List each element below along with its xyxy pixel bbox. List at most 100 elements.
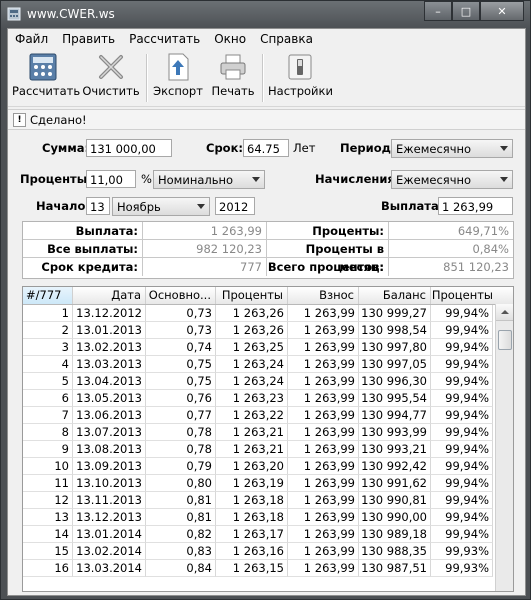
col-header-principal[interactable]: Основно... <box>146 287 216 304</box>
table-row[interactable]: 3 13.02.2013 0,74 1 263,25 1 263,99 130 997,8… <box>23 339 493 356</box>
cell-interest: 1 263,17 <box>216 526 288 543</box>
term-input[interactable]: 64.75 <box>243 139 289 157</box>
cell-percent: 99,94% <box>431 441 493 458</box>
table-row[interactable]: 2 13.01.2013 0,73 1 263,26 1 263,99 130 998,5… <box>23 322 493 339</box>
menu-bar: Файл Править Рассчитать Окно Справка <box>8 29 525 49</box>
table-row[interactable]: 10 13.09.2013 0,79 1 263,20 1 263,99 130 992,… <box>23 458 493 475</box>
table-row[interactable]: 9 13.08.2013 0,78 1 263,21 1 263,99 130 993,2… <box>23 441 493 458</box>
title-bar[interactable]: www.CWER.ws – □ ✕ <box>1 1 530 27</box>
cell-principal: 0,81 <box>146 509 216 526</box>
sum-input[interactable]: 131 000,00 <box>86 139 172 157</box>
col-header-date[interactable]: Дата <box>73 287 146 304</box>
cell-payment: 1 263,99 <box>288 475 359 492</box>
cell-percent: 99,94% <box>431 356 493 373</box>
cell-payment: 1 263,99 <box>288 305 359 322</box>
menu-edit[interactable]: Править <box>55 29 122 49</box>
printer-icon <box>220 54 246 80</box>
col-header-number[interactable]: #/777 <box>23 287 73 315</box>
maximize-icon: □ <box>460 4 472 18</box>
period-label: Период: <box>340 141 396 155</box>
accrual-select[interactable]: Ежемесячно <box>391 170 513 189</box>
cell-balance: 130 993,99 <box>359 424 431 441</box>
payment-label: Выплата: <box>381 199 444 213</box>
term-unit: Лет <box>293 141 316 155</box>
table-row[interactable]: 11 13.10.2013 0,80 1 263,19 1 263,99 130 991,… <box>23 475 493 492</box>
cell-date: 13.02.2014 <box>73 543 146 560</box>
period-select[interactable]: Ежемесячно <box>391 139 513 158</box>
cell-principal: 0,74 <box>146 339 216 356</box>
maximize-button[interactable]: □ <box>452 1 480 21</box>
cell-balance: 130 994,77 <box>359 407 431 424</box>
col-header-percent[interactable]: Проценты <box>431 287 513 304</box>
table-row[interactable]: 6 13.05.2013 0,76 1 263,23 1 263,99 130 995,5… <box>23 390 493 407</box>
table-row[interactable]: 13 13.12.2013 0,81 1 263,18 1 263,99 130 990,… <box>23 509 493 526</box>
cell-number: 8 <box>23 424 73 441</box>
cell-balance: 130 997,80 <box>359 339 431 356</box>
cell-interest: 1 263,24 <box>216 356 288 373</box>
menu-file[interactable]: Файл <box>8 29 55 49</box>
table-row[interactable]: 7 13.06.2013 0,77 1 263,22 1 263,99 130 994,7… <box>23 407 493 424</box>
summary-total-label: Всего процентов: <box>267 258 389 276</box>
info-icon: ! <box>13 113 26 127</box>
cell-interest: 1 263,19 <box>216 475 288 492</box>
cell-interest: 1 263,23 <box>216 390 288 407</box>
table-row[interactable]: 14 13.01.2014 0,82 1 263,17 1 263,99 130 989,… <box>23 526 493 543</box>
cell-date: 13.08.2013 <box>73 441 146 458</box>
cell-date: 13.02.2013 <box>73 339 146 356</box>
summary-monthly-value: 0,84% <box>389 240 513 258</box>
start-year-input[interactable]: 2012 <box>215 197 255 215</box>
cell-interest: 1 263,21 <box>216 441 288 458</box>
cell-percent: 99,94% <box>431 509 493 526</box>
col-header-interest[interactable]: Проценты <box>216 287 288 304</box>
summary-duration-label: Срок кредита: <box>23 258 143 276</box>
col-header-payment[interactable]: Взнос <box>288 287 359 304</box>
payment-input[interactable]: 1 263,99 <box>438 197 513 215</box>
menu-window[interactable]: Окно <box>207 29 253 49</box>
cell-date: 13.01.2013 <box>73 322 146 339</box>
vertical-scrollbar[interactable] <box>495 304 513 591</box>
clear-x-icon <box>99 55 123 79</box>
cell-interest: 1 263,20 <box>216 458 288 475</box>
close-button[interactable]: ✕ <box>480 1 524 21</box>
menu-calculate[interactable]: Рассчитать <box>122 29 207 49</box>
cell-percent: 99,94% <box>431 424 493 441</box>
cell-date: 13.03.2014 <box>73 560 146 577</box>
cell-interest: 1 263,21 <box>216 424 288 441</box>
scroll-up-arrow-icon[interactable] <box>496 304 513 321</box>
cell-payment: 1 263,99 <box>288 509 359 526</box>
cell-number: 13 <box>23 509 73 526</box>
table-row[interactable]: 16 13.03.2014 0,84 1 263,15 1 263,99 130 987,… <box>23 560 493 577</box>
clear-button[interactable]: Очистить <box>82 50 140 106</box>
rate-input[interactable]: 11,00 <box>86 170 136 188</box>
window-title: www.CWER.ws <box>27 7 115 21</box>
table-row[interactable]: 1 13.12.2012 0,73 1 263,26 1 263,99 130 999,2… <box>23 305 493 322</box>
col-header-balance[interactable]: Баланс <box>359 287 431 304</box>
cell-percent: 99,94% <box>431 322 493 339</box>
table-row[interactable]: 8 13.07.2013 0,78 1 263,21 1 263,99 130 993,9… <box>23 424 493 441</box>
cell-balance: 130 998,54 <box>359 322 431 339</box>
export-button[interactable]: Экспорт <box>152 50 204 106</box>
cell-principal: 0,73 <box>146 305 216 322</box>
accrual-value: Ежемесячно <box>396 173 472 187</box>
minimize-button[interactable]: – <box>424 1 452 21</box>
scroll-thumb[interactable] <box>498 330 512 350</box>
chevron-down-icon <box>500 146 508 151</box>
menu-help[interactable]: Справка <box>253 29 320 49</box>
start-day-input[interactable]: 13 <box>86 197 110 215</box>
cell-payment: 1 263,99 <box>288 441 359 458</box>
rate-type-select[interactable]: Номинально <box>153 170 265 189</box>
table-row[interactable]: 5 13.04.2013 0,75 1 263,24 1 263,99 130 996,3… <box>23 373 493 390</box>
settings-button[interactable]: Настройки <box>268 50 333 106</box>
cell-interest: 1 263,25 <box>216 339 288 356</box>
calculate-button[interactable]: Рассчитать <box>12 50 80 106</box>
table-row[interactable]: 15 13.02.2014 0,83 1 263,16 1 263,99 130 988,… <box>23 543 493 560</box>
cell-percent: 99,94% <box>431 407 493 424</box>
schedule-grid[interactable]: #/777 Дата Основно... Проценты Взнос Бал… <box>22 286 514 592</box>
table-row[interactable]: 4 13.03.2013 0,75 1 263,24 1 263,99 130 997,0… <box>23 356 493 373</box>
summary-all-value: 982 120,23 <box>143 240 267 258</box>
start-month-select[interactable]: Ноябрь <box>112 197 210 216</box>
cell-balance: 130 987,51 <box>359 560 431 577</box>
print-button[interactable]: Печать <box>208 50 258 106</box>
table-row[interactable]: 12 13.11.2013 0,81 1 263,18 1 263,99 130 990,… <box>23 492 493 509</box>
cell-interest: 1 263,24 <box>216 373 288 390</box>
